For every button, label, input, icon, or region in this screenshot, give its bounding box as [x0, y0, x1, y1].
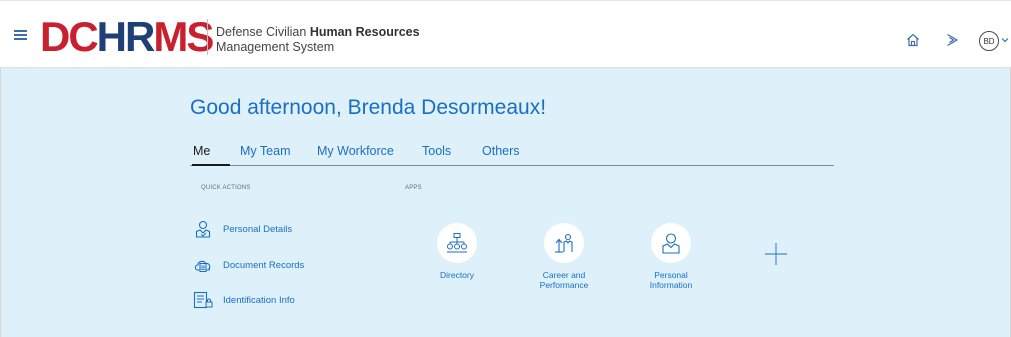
person-icon	[195, 220, 211, 238]
quick-action-label: Personal Details	[223, 223, 293, 235]
top-header: DC HR MS Defense Civilian Human Resources …	[0, 0, 1011, 68]
quick-actions-title: QUICK ACTIONS	[201, 185, 251, 191]
cloud-document-icon	[194, 260, 211, 272]
system-name-line1-bold: Human Resources	[309, 25, 420, 39]
greeting-title: Good afternoon, Brenda Desormeaux!	[190, 96, 547, 119]
tab-me[interactable]: Me	[192, 144, 230, 166]
home-icon[interactable]	[905, 32, 921, 48]
main-content: Good afternoon, Brenda Desormeaux! Me My…	[1, 68, 1010, 337]
app-tile-personal-information[interactable]: Personal Information	[636, 223, 706, 290]
quick-action-identification-info[interactable]: Identification Info	[193, 289, 295, 311]
quick-action-label: Identification Info	[223, 294, 295, 306]
active-tab-indicator	[192, 164, 230, 166]
app-tile-career-performance[interactable]: Career and Performance	[529, 223, 599, 290]
app-label: Directory	[439, 270, 474, 280]
tab-label: Tools	[422, 144, 452, 158]
hamburger-menu-icon[interactable]	[14, 30, 27, 40]
tab-label: My Team	[240, 144, 291, 158]
header-divider	[207, 19, 208, 55]
avatar-initials: BD	[983, 36, 995, 46]
app-label: Career and Performance	[539, 270, 589, 290]
quick-action-document-records[interactable]: Document Records	[193, 254, 304, 276]
logo-text-hr: HR	[96, 13, 156, 60]
tab-others[interactable]: Others	[482, 144, 520, 158]
user-avatar[interactable]: BD	[979, 31, 999, 51]
tab-label: Me	[193, 144, 211, 158]
app-icon-circle	[544, 223, 584, 263]
app-label: Personal Information	[649, 270, 693, 290]
app-tile-directory[interactable]: Directory	[422, 223, 492, 280]
id-card-icon	[193, 291, 213, 309]
tab-label: Others	[482, 144, 520, 158]
system-name-line1-prefix: Defense Civilian	[216, 25, 307, 39]
system-name: Defense Civilian Human Resources Managem…	[216, 25, 420, 55]
apps-title: APPS	[405, 185, 422, 191]
app-icon-circle	[437, 223, 477, 263]
tab-my-team[interactable]: My Team	[240, 144, 290, 158]
quick-action-label: Document Records	[223, 259, 305, 271]
tab-tools[interactable]: Tools	[422, 144, 451, 158]
tab-my-workforce[interactable]: My Workforce	[317, 144, 394, 158]
logo-text-ms: MS	[153, 13, 214, 60]
tab-bar: Me My Team My Workforce Tools Others	[190, 144, 834, 166]
quick-action-personal-details[interactable]: Personal Details	[193, 218, 292, 240]
org-chart-icon	[447, 233, 467, 253]
add-app-plus-icon[interactable]	[764, 242, 788, 266]
play-icon[interactable]	[944, 32, 960, 48]
chevron-down-icon[interactable]	[1001, 37, 1009, 43]
career-icon	[555, 233, 573, 253]
dchrms-logo[interactable]: DC HR MS	[40, 13, 214, 60]
system-name-line2: Management System	[216, 40, 335, 54]
app-icon-circle	[651, 223, 691, 263]
person-icon	[662, 233, 680, 254]
tab-label: My Workforce	[317, 144, 394, 158]
logo-text-dc: DC	[40, 13, 99, 60]
